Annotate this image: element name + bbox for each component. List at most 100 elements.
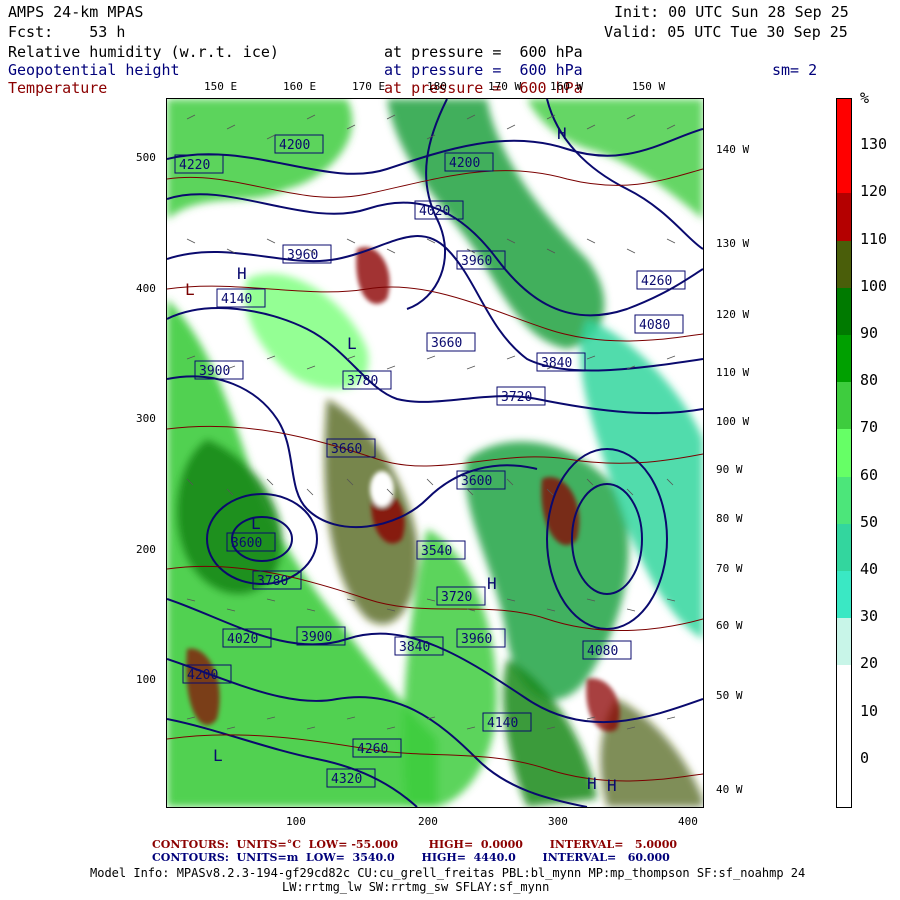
colorbar-segment (837, 476, 851, 525)
colorbar-label: 90 (860, 324, 879, 342)
colorbar-segment (837, 571, 851, 619)
svg-text:3720: 3720 (441, 590, 472, 605)
height-contour-info: CONTOURS: UNITS=m LOW= 3540.0 HIGH= 4440… (152, 851, 670, 864)
lon-label-right: 70 W (716, 562, 743, 575)
pressure-height: at pressure = 600 hPa (384, 61, 583, 79)
svg-text:3840: 3840 (541, 356, 572, 371)
colorbar-label: 130 (860, 135, 888, 154)
colorbar-label: 0 (860, 748, 870, 767)
colorbar-segment (837, 382, 851, 430)
svg-text:3960: 3960 (461, 254, 492, 269)
svg-text:4260: 4260 (641, 274, 672, 289)
lon-label-top: 160 E (283, 80, 317, 93)
svg-text:4080: 4080 (587, 644, 618, 659)
colorbar-label: 120 (860, 182, 888, 201)
pressure-rh: at pressure = 600 hPa (384, 43, 583, 61)
svg-text:4200: 4200 (279, 138, 310, 153)
field-rh-label: Relative humidity (w.r.t. ice) (8, 43, 279, 61)
center-low: L (347, 334, 357, 353)
svg-text:4200: 4200 (449, 156, 480, 171)
colorbar-label: 10 (860, 701, 879, 720)
lon-label-top: 170 E (352, 80, 386, 93)
smoothing-label: sm= 2 (772, 61, 818, 79)
svg-text:3660: 3660 (331, 442, 362, 457)
colorbar-segment (837, 287, 851, 336)
colorbar-segment (837, 759, 851, 808)
x-tick-label: 200 (418, 815, 438, 828)
map-canvas: 4200 4200 4220 4140 4260 4080 4020 3960 … (166, 98, 704, 808)
y-tick-label: 400 (136, 282, 156, 295)
colorbar-segment (837, 240, 851, 289)
center-high: H (487, 574, 497, 593)
colorbar-segment (837, 712, 851, 761)
svg-text:4140: 4140 (221, 292, 252, 307)
model-title: AMPS 24-km MPAS (8, 3, 144, 21)
colorbar-segment (837, 335, 851, 383)
forecast-hour: Fcst: 53 h (8, 23, 126, 41)
colorbar-label: 50 (860, 512, 879, 531)
center-high: H (557, 124, 567, 143)
model-info-physics: LW:rrtmg_lw SW:rrtmg_sw SFLAY:sf_mynn (282, 880, 550, 894)
lon-label-right: 110 W (716, 366, 750, 379)
colorbar-segment (837, 618, 851, 666)
svg-text:3840: 3840 (399, 640, 430, 655)
temp-contour-info: CONTOURS: UNITS=°C LOW= -55.000 HIGH= 0.… (152, 838, 678, 851)
colorbar-label: 70 (860, 418, 879, 437)
y-tick-label: 200 (136, 543, 156, 556)
y-tick-label: 300 (136, 412, 156, 425)
model-info: Model Info: MPASv8.2.3-194-gf29cd82c CU:… (90, 866, 806, 880)
colorbar-label: 30 (860, 607, 879, 626)
x-tick-label: 400 (678, 815, 698, 828)
svg-text:3960: 3960 (461, 632, 492, 647)
colorbar (836, 98, 852, 808)
lon-label-top: 180 (427, 80, 447, 93)
center-high: H (607, 776, 617, 795)
lon-label-right: 120 W (716, 308, 750, 321)
y-tick-label: 100 (136, 673, 156, 686)
colorbar-segment (837, 429, 851, 478)
svg-text:3960: 3960 (287, 248, 318, 263)
colorbar-label: 60 (860, 465, 879, 484)
lon-label-right: 100 W (716, 415, 750, 428)
svg-text:4220: 4220 (179, 158, 210, 173)
center-low: L (213, 746, 223, 765)
svg-text:4320: 4320 (331, 772, 362, 787)
colorbar-segment (837, 523, 851, 572)
svg-text:3600: 3600 (461, 474, 492, 489)
colorbar-label: 20 (860, 654, 879, 673)
lon-label-right: 130 W (716, 237, 750, 250)
svg-text:3900: 3900 (301, 630, 332, 645)
x-tick-label: 300 (548, 815, 568, 828)
svg-text:3540: 3540 (421, 544, 452, 559)
svg-text:3780: 3780 (347, 374, 378, 389)
lon-label-right: 40 W (716, 783, 743, 796)
svg-text:4080: 4080 (639, 318, 670, 333)
center-high: H (587, 774, 597, 793)
lon-label-top: 160 W (550, 80, 584, 93)
lon-label-right: 60 W (716, 619, 743, 632)
svg-text:4140: 4140 (487, 716, 518, 731)
field-temp-label: Temperature (8, 79, 108, 97)
y-tick-label: 500 (136, 151, 156, 164)
svg-text:3600: 3600 (231, 536, 262, 551)
svg-text:3720: 3720 (501, 390, 532, 405)
colorbar-unit: % (860, 89, 870, 107)
lon-label-right: 90 W (716, 463, 743, 476)
svg-text:3780: 3780 (257, 574, 288, 589)
colorbar-segment (837, 99, 851, 147)
x-tick-label: 100 (286, 815, 306, 828)
colorbar-label: 40 (860, 560, 879, 578)
center-low: L (185, 280, 195, 299)
colorbar-label: 110 (860, 229, 888, 248)
weather-map: 4200 4200 4220 4140 4260 4080 4020 3960 … (166, 98, 704, 808)
center-high: H (237, 264, 247, 283)
lon-label-top: 150 E (204, 80, 238, 93)
svg-text:4260: 4260 (357, 742, 388, 757)
init-time: Init: 00 UTC Sun 28 Sep 25 (614, 3, 849, 21)
lon-label-right: 50 W (716, 689, 743, 702)
colorbar-label: 80 (860, 371, 879, 390)
svg-text:3900: 3900 (199, 364, 230, 379)
colorbar-segment (837, 193, 851, 242)
center-low: L (251, 514, 261, 533)
svg-text:4020: 4020 (419, 204, 450, 219)
